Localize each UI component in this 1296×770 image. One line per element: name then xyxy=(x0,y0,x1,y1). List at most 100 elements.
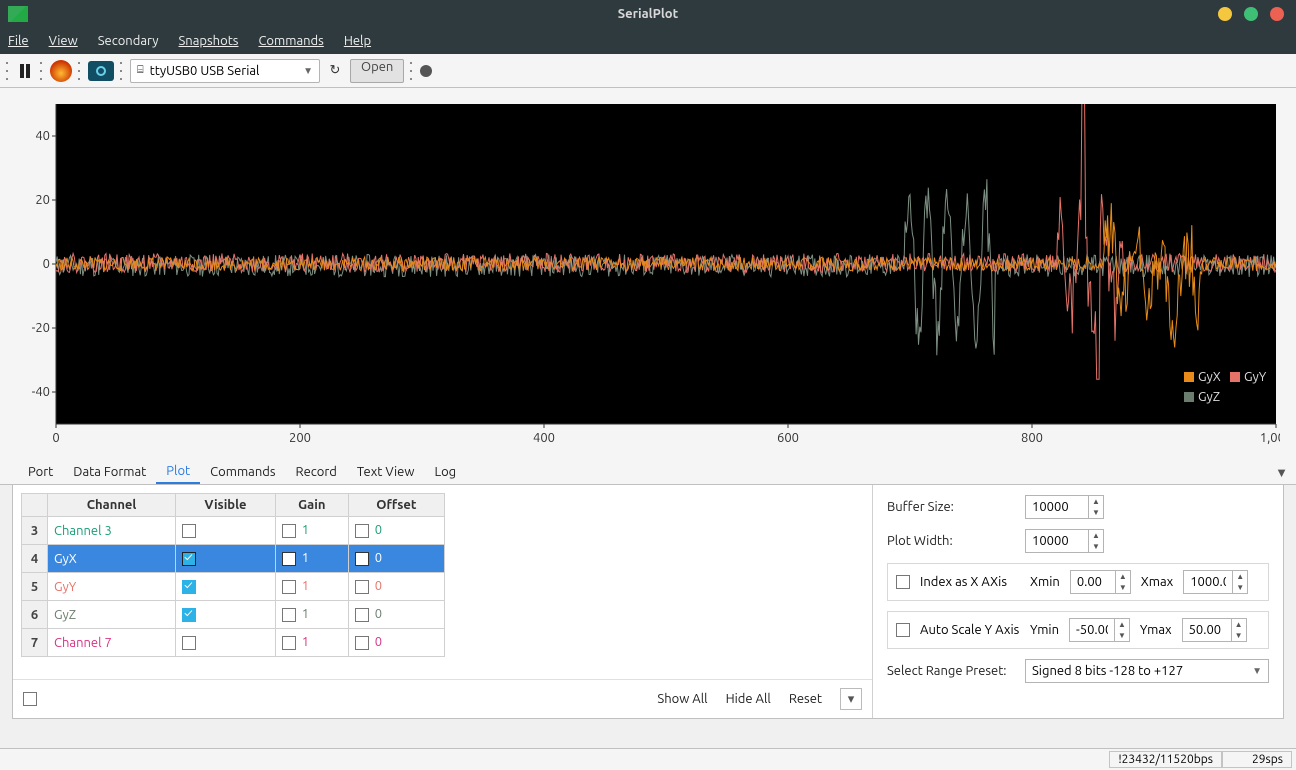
col-gain[interactable]: Gain xyxy=(275,494,348,517)
settings-tabs: Port Data Format Plot Commands Record Te… xyxy=(0,458,1296,485)
usb-icon: ⌸ xyxy=(137,64,144,77)
buffer-size-input[interactable]: ▲▼ xyxy=(1025,495,1104,519)
tab-port[interactable]: Port xyxy=(18,461,63,483)
xmin-input[interactable]: ▲▼ xyxy=(1070,570,1131,594)
statusbar: !23432/11520bps 29sps xyxy=(0,748,1296,770)
table-row[interactable]: 5GyY 1 0 xyxy=(22,573,445,601)
col-visible[interactable]: Visible xyxy=(176,494,276,517)
expand-icon[interactable]: ▼ xyxy=(1275,465,1288,480)
offset-checkbox[interactable] xyxy=(355,552,369,566)
table-row[interactable]: 4GyX 1 0 xyxy=(22,545,445,573)
tab-data-format[interactable]: Data Format xyxy=(63,461,156,483)
tab-text-view[interactable]: Text View xyxy=(347,461,425,483)
reset-menu-button[interactable]: ▾ xyxy=(840,688,862,710)
gain-checkbox[interactable] xyxy=(282,524,296,538)
select-all-checkbox[interactable] xyxy=(23,692,37,706)
clear-button[interactable] xyxy=(50,60,72,82)
offset-checkbox[interactable] xyxy=(355,636,369,650)
visible-checkbox[interactable] xyxy=(182,552,196,566)
plot-width-input[interactable]: ▲▼ xyxy=(1025,529,1104,553)
visible-checkbox[interactable] xyxy=(182,636,196,650)
xmax-input[interactable]: ▲▼ xyxy=(1183,570,1248,594)
col-offset[interactable]: Offset xyxy=(348,494,444,517)
snapshot-button[interactable] xyxy=(88,61,114,81)
toolbar-grip[interactable] xyxy=(410,62,414,80)
window-title: SerialPlot xyxy=(618,7,678,21)
pause-button[interactable] xyxy=(16,62,34,80)
visible-checkbox[interactable] xyxy=(182,608,196,622)
autoscale-y-checkbox[interactable] xyxy=(896,623,910,637)
menu-help[interactable]: Help xyxy=(344,34,371,48)
toolbar-grip[interactable] xyxy=(40,62,44,80)
svg-text:GyY: GyY xyxy=(1244,370,1267,384)
plot-canvas[interactable]: 40 20 0 -20 -40 0 200 400 600 800 1,000 … xyxy=(16,100,1280,456)
channel-name[interactable]: GyY xyxy=(48,573,176,601)
tab-log[interactable]: Log xyxy=(424,461,466,483)
offset-checkbox[interactable] xyxy=(355,580,369,594)
gain-value[interactable]: 1 xyxy=(302,607,309,621)
channel-name[interactable]: GyX xyxy=(48,545,176,573)
hide-all-button[interactable]: Hide All xyxy=(726,692,771,706)
range-preset-select[interactable]: Signed 8 bits -128 to +127 ▼ xyxy=(1025,659,1269,683)
offset-checkbox[interactable] xyxy=(355,608,369,622)
offset-checkbox[interactable] xyxy=(355,524,369,538)
svg-text:600: 600 xyxy=(777,431,799,445)
tab-commands[interactable]: Commands xyxy=(200,461,285,483)
ymax-input[interactable]: ▲▼ xyxy=(1182,618,1247,642)
svg-text:GyZ: GyZ xyxy=(1198,390,1220,404)
menu-snapshots[interactable]: Snapshots xyxy=(179,34,239,48)
toolbar-grip[interactable] xyxy=(6,62,10,80)
gain-checkbox[interactable] xyxy=(282,580,296,594)
close-button[interactable] xyxy=(1270,7,1284,21)
gain-checkbox[interactable] xyxy=(282,552,296,566)
offset-value[interactable]: 0 xyxy=(375,607,382,621)
gain-value[interactable]: 1 xyxy=(302,523,309,537)
status-bps: !23432/11520bps xyxy=(1109,751,1222,768)
menu-view[interactable]: View xyxy=(49,34,78,48)
reset-button[interactable]: Reset xyxy=(789,692,822,706)
row-index: 3 xyxy=(22,517,48,545)
channel-name[interactable]: GyZ xyxy=(48,601,176,629)
svg-text:-20: -20 xyxy=(32,321,50,335)
offset-value[interactable]: 0 xyxy=(375,635,382,649)
svg-text:GyX: GyX xyxy=(1198,370,1221,384)
offset-value[interactable]: 0 xyxy=(375,579,382,593)
ymin-input[interactable]: ▲▼ xyxy=(1069,618,1130,642)
gain-value[interactable]: 1 xyxy=(302,551,309,565)
toolbar-grip[interactable] xyxy=(120,62,124,80)
col-channel[interactable]: Channel xyxy=(48,494,176,517)
visible-checkbox[interactable] xyxy=(182,524,196,538)
menu-secondary[interactable]: Secondary xyxy=(98,34,159,48)
offset-value[interactable]: 0 xyxy=(375,551,382,565)
table-row[interactable]: 7Channel 7 1 0 xyxy=(22,629,445,657)
gain-value[interactable]: 1 xyxy=(302,579,309,593)
gain-checkbox[interactable] xyxy=(282,636,296,650)
preset-value: Signed 8 bits -128 to +127 xyxy=(1032,664,1183,678)
visible-checkbox[interactable] xyxy=(182,580,196,594)
plot-width-label: Plot Width: xyxy=(887,534,1017,548)
offset-value[interactable]: 0 xyxy=(375,523,382,537)
show-all-button[interactable]: Show All xyxy=(657,692,707,706)
open-port-button[interactable]: Open xyxy=(350,59,404,83)
index-as-x-checkbox[interactable] xyxy=(896,575,910,589)
table-row[interactable]: 3Channel 3 1 0 xyxy=(22,517,445,545)
ymax-label: Ymax xyxy=(1140,623,1172,637)
minimize-button[interactable] xyxy=(1218,7,1232,21)
buffer-size-label: Buffer Size: xyxy=(887,500,1017,514)
gain-checkbox[interactable] xyxy=(282,608,296,622)
gain-value[interactable]: 1 xyxy=(302,635,309,649)
port-select[interactable]: ⌸ ttyUSB0 USB Serial ▼ xyxy=(130,59,320,83)
maximize-button[interactable] xyxy=(1244,7,1258,21)
menu-commands[interactable]: Commands xyxy=(258,34,323,48)
plot-settings-panel: Channel Visible Gain Offset 3Channel 3 1… xyxy=(12,485,1284,719)
reload-ports-button[interactable]: ↻ xyxy=(326,62,344,80)
record-indicator[interactable] xyxy=(420,65,432,77)
table-row[interactable]: 6GyZ 1 0 xyxy=(22,601,445,629)
channel-name[interactable]: Channel 3 xyxy=(48,517,176,545)
menubar: File View Secondary Snapshots Commands H… xyxy=(0,28,1296,54)
menu-file[interactable]: File xyxy=(8,34,29,48)
tab-record[interactable]: Record xyxy=(286,461,347,483)
toolbar-grip[interactable] xyxy=(78,62,82,80)
tab-plot[interactable]: Plot xyxy=(156,460,200,484)
channel-name[interactable]: Channel 7 xyxy=(48,629,176,657)
